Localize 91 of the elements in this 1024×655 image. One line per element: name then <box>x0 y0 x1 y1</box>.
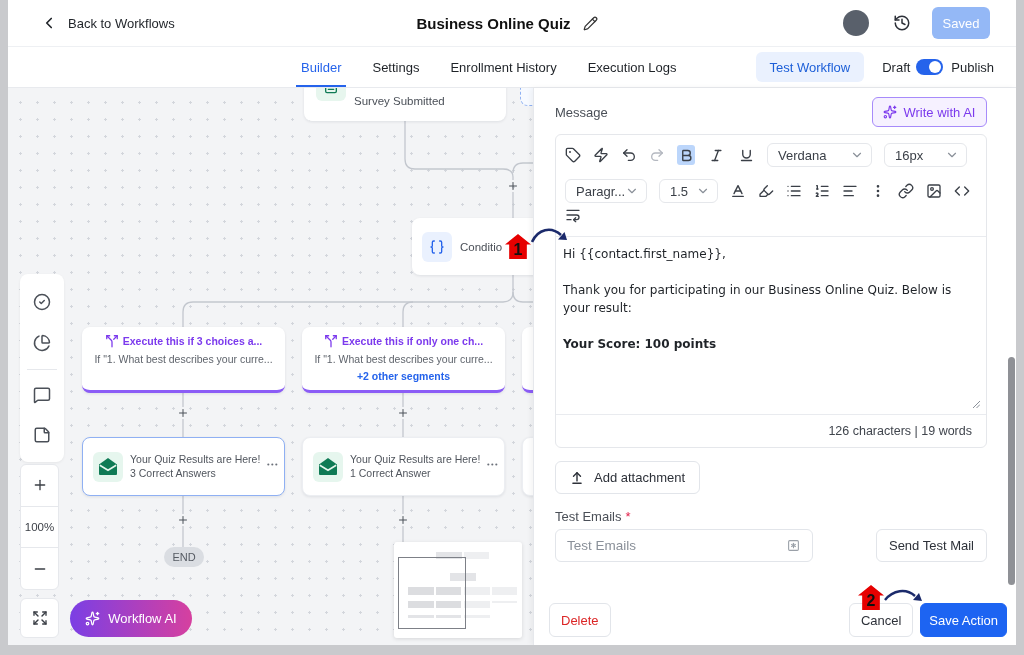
expand-icon <box>31 610 48 626</box>
pointer-arrow <box>884 589 922 602</box>
test-workflow-button[interactable]: Test Workflow <box>755 52 865 82</box>
highlighter-icon[interactable] <box>758 183 774 199</box>
align-left-icon[interactable] <box>842 183 858 199</box>
publish-toggle[interactable] <box>916 59 944 75</box>
message-text: Hi {{contact.first_name}}, <box>563 246 727 263</box>
nav-tab[interactable]: Enrollment History <box>445 47 562 87</box>
message-label: Message <box>555 104 608 120</box>
branch-condition: If "1. What best describes your curre... <box>314 353 493 365</box>
braces-icon <box>429 238 445 255</box>
required-mark: * <box>625 509 631 524</box>
font-size-select[interactable]: 16px <box>884 143 967 167</box>
test-emails-label: Test Emails <box>555 509 622 524</box>
save-action-button[interactable]: Save Action <box>920 603 1007 637</box>
resize-grip-icon[interactable] <box>972 400 980 408</box>
action-title: Your Quiz Results are Here! <box>350 453 481 466</box>
nav-tab[interactable]: Execution Logs <box>582 47 682 87</box>
more-icon[interactable] <box>267 463 278 466</box>
message-text: Thank you for participating in our Business Online Quiz. Below is your result: <box>563 282 953 317</box>
branch-title: Execute this if only one ch... <box>341 335 484 347</box>
publish-label: Publish <box>951 59 994 75</box>
code-icon[interactable] <box>954 183 970 199</box>
back-link[interactable]: Back to Workflows <box>40 14 175 32</box>
add-step-icon[interactable] <box>507 180 519 192</box>
undo-icon[interactable] <box>621 147 637 163</box>
tag-icon[interactable] <box>565 147 581 163</box>
envelope-icon <box>99 458 117 475</box>
lightning-icon[interactable] <box>593 147 609 163</box>
trigger-node[interactable]: Survey Submitted <box>304 88 506 121</box>
variable-icon[interactable] <box>787 539 800 552</box>
add-attachment-button[interactable]: Add attachment <box>555 461 701 494</box>
numbered-list-icon[interactable] <box>814 183 830 199</box>
workflow-title: Business Online Quiz <box>416 14 571 32</box>
branch-icon <box>104 334 119 348</box>
message-text: Your Score: 100 points <box>563 336 718 353</box>
avatar[interactable] <box>843 10 869 36</box>
comment-icon[interactable] <box>33 386 51 404</box>
more-icon[interactable] <box>487 463 498 466</box>
text-color-icon[interactable] <box>730 183 746 199</box>
link-icon[interactable] <box>898 183 914 199</box>
history-icon[interactable] <box>893 14 911 32</box>
workflow-ai-button[interactable]: Workflow AI <box>70 600 192 637</box>
upload-icon <box>570 470 584 485</box>
test-emails-field[interactable]: Test Emails <box>555 529 813 562</box>
bullet-list-icon[interactable] <box>786 183 802 199</box>
end-pill: END <box>164 547 204 567</box>
add-step-icon[interactable] <box>177 514 189 526</box>
envelope-icon <box>319 458 337 475</box>
fit-view-button[interactable] <box>20 598 59 638</box>
node-subtitle: Survey Submitted <box>354 94 445 108</box>
message-body-field[interactable]: Hi {{contact.first_name}}, Thank you for participating in our Business Online Quiz. Below is your result: Your Score: 100 points <box>556 237 986 414</box>
branch-card[interactable]: Execute this if only one ch... If "1. What best describes your curre... +2 other segments <box>302 327 505 393</box>
text-wrap-icon[interactable] <box>565 207 581 223</box>
block-type-select[interactable]: Paragr... <box>565 179 647 203</box>
character-count: 126 characters | 19 words <box>828 424 972 438</box>
underline-icon <box>738 147 754 163</box>
action-subtitle: 3 Correct Answers <box>130 467 217 480</box>
pie-chart-icon[interactable] <box>33 334 51 352</box>
zoom-level: 100% <box>24 521 55 533</box>
minimap[interactable] <box>394 542 522 638</box>
node-title: Conditio <box>460 239 503 254</box>
pointer-arrow <box>531 226 567 244</box>
branch-card[interactable]: Execute this if 3 choices a... If "1. What best describes your curre... <box>82 327 285 393</box>
write-with-ai-button[interactable]: Write with AI <box>872 97 987 127</box>
send-test-mail-button[interactable]: Send Test Mail <box>875 529 987 562</box>
image-icon[interactable] <box>926 183 942 199</box>
add-step-icon[interactable] <box>397 407 409 419</box>
sticky-note-icon[interactable] <box>33 426 51 444</box>
delete-button[interactable]: Delete <box>549 603 611 637</box>
add-step-icon[interactable] <box>177 407 189 419</box>
pencil-icon[interactable] <box>582 15 598 31</box>
add-step-icon[interactable] <box>397 514 409 526</box>
scrollbar-thumb[interactable] <box>1008 357 1015 585</box>
sparkle-icon <box>883 105 898 119</box>
action-title: Your Quiz Results are Here! <box>130 453 261 466</box>
branch-icon <box>323 334 338 348</box>
segments-link[interactable]: +2 other segments <box>356 370 451 382</box>
branch-condition: If "1. What best describes your curre... <box>94 353 273 365</box>
action-subtitle: 1 Correct Answer <box>350 467 432 480</box>
email-action-node[interactable]: Your Quiz Results are Here! 3 Correct Answers <box>82 437 285 496</box>
line-height-select[interactable]: 1.5 <box>659 179 718 203</box>
italic-icon <box>708 147 724 163</box>
branch-title: Execute this if 3 choices a... <box>122 335 263 347</box>
email-action-node[interactable]: Your Quiz Results are Here! 1 Correct Answer <box>302 437 505 496</box>
font-select[interactable]: Verdana <box>767 143 872 167</box>
bold-button[interactable] <box>677 145 695 165</box>
sparkle-icon <box>85 611 101 626</box>
check-circle-icon[interactable] <box>33 293 51 311</box>
draft-label: Draft <box>882 59 911 75</box>
nav-tab[interactable]: Settings <box>367 47 425 87</box>
